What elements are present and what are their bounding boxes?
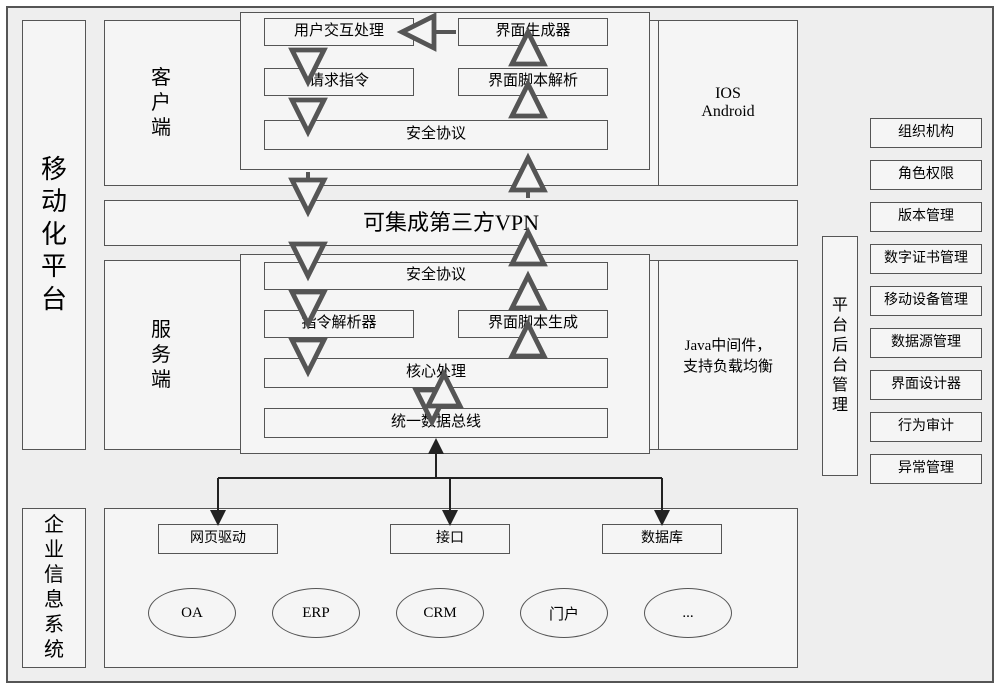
client-ui-generator: 界面生成器 bbox=[458, 18, 608, 46]
backend-item-8: 异常管理 bbox=[870, 454, 982, 484]
enterprise-sys-4: ... bbox=[644, 588, 732, 638]
title-panel-enterprise: 企 业 信 息 系 统 bbox=[22, 508, 86, 668]
backend-title: 平 台 后 台 管 理 bbox=[823, 237, 857, 475]
client-tier-label: 客户端 bbox=[113, 21, 209, 185]
backend-item-6: 界面设计器 bbox=[870, 370, 982, 400]
server-core: 核心处理 bbox=[264, 358, 608, 388]
enterprise-sys-3: 门户 bbox=[520, 588, 608, 638]
diagram-root: 移 动 化 平 台 企 业 信 息 系 统 平 台 后 台 管 理 组织机构 角… bbox=[6, 6, 994, 683]
server-ui-script-gen: 界面脚本生成 bbox=[458, 310, 608, 338]
enterprise-api: 接口 bbox=[390, 524, 510, 554]
backend-item-0: 组织机构 bbox=[870, 118, 982, 148]
title-mobile-platform: 移 动 化 平 台 bbox=[23, 21, 85, 449]
server-middleware: Java中间件， 支持负载均衡 bbox=[658, 260, 798, 450]
client-ui-script-parse: 界面脚本解析 bbox=[458, 68, 608, 96]
server-security: 安全协议 bbox=[264, 262, 608, 290]
title-panel-mobile-platform: 移 动 化 平 台 bbox=[22, 20, 86, 450]
client-platforms-text: IOS Android bbox=[659, 21, 797, 185]
backend-item-3: 数字证书管理 bbox=[870, 244, 982, 274]
backend-item-2: 版本管理 bbox=[870, 202, 982, 232]
server-databus: 统一数据总线 bbox=[264, 408, 608, 438]
backend-item-5: 数据源管理 bbox=[870, 328, 982, 358]
client-security: 安全协议 bbox=[264, 120, 608, 150]
client-platforms: IOS Android bbox=[658, 20, 798, 186]
client-request-cmd: 请求指令 bbox=[264, 68, 414, 96]
enterprise-web-driver: 网页驱动 bbox=[158, 524, 278, 554]
server-middleware-text: Java中间件， 支持负载均衡 bbox=[665, 261, 791, 449]
backend-item-1: 角色权限 bbox=[870, 160, 982, 190]
enterprise-sys-1: ERP bbox=[272, 588, 360, 638]
enterprise-sys-2: CRM bbox=[396, 588, 484, 638]
title-enterprise: 企 业 信 息 系 统 bbox=[23, 509, 85, 667]
vpn-bar: 可集成第三方VPN bbox=[104, 200, 798, 246]
backend-title-panel: 平 台 后 台 管 理 bbox=[822, 236, 858, 476]
enterprise-sys-0: OA bbox=[148, 588, 236, 638]
client-user-interact: 用户交互处理 bbox=[264, 18, 414, 46]
server-cmd-parser: 指令解析器 bbox=[264, 310, 414, 338]
backend-item-4: 移动设备管理 bbox=[870, 286, 982, 316]
server-tier-label: 服务端 bbox=[113, 261, 209, 449]
enterprise-database: 数据库 bbox=[602, 524, 722, 554]
backend-item-7: 行为审计 bbox=[870, 412, 982, 442]
